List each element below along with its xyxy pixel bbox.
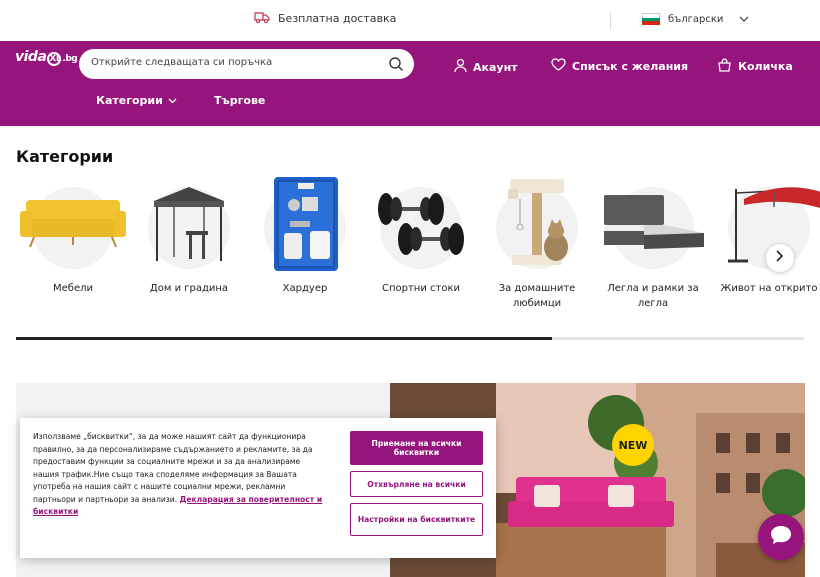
trade-menu[interactable]: Търгове	[214, 94, 265, 107]
trade-menu-label: Търгове	[214, 94, 266, 107]
category-label: Легла и рамки за легла	[607, 283, 699, 309]
category-item-beds[interactable]: Легла и рамки за легла	[598, 175, 708, 315]
heart-icon	[551, 58, 566, 74]
truck-icon	[254, 11, 270, 26]
chevron-right-icon	[776, 250, 784, 266]
user-icon	[454, 58, 467, 76]
cookie-text-block: Използваме „бисквитки“, за да може нашия…	[33, 431, 328, 519]
main-header: vida XL.bg Открийте следващата си поръчка…	[0, 41, 820, 126]
language-selector[interactable]: български	[642, 13, 749, 26]
language-label: български	[668, 13, 724, 25]
search-icon[interactable]	[388, 56, 404, 76]
category-label: Спортни стоки	[381, 283, 460, 294]
carousel-scroll-thumb[interactable]	[16, 337, 552, 340]
chat-bubble-icon	[769, 524, 793, 550]
bed-icon	[604, 195, 704, 249]
category-item-pets[interactable]: За домашните любимци	[482, 175, 592, 315]
search-bar[interactable]: Открийте следващата си поръчка	[79, 49, 414, 79]
free-shipping-text: Безплатна доставка	[278, 12, 397, 25]
spray-gun-kit-icon	[274, 177, 338, 271]
category-item-furniture[interactable]: Мебели	[18, 175, 128, 315]
new-badge: NEW	[612, 424, 654, 466]
accept-all-cookies-button[interactable]: Приемане на всички бисквитки	[350, 431, 483, 465]
cart-label: Количка	[738, 60, 793, 73]
account-label: Акаунт	[473, 60, 518, 74]
category-item-home-garden[interactable]: Дом и градина	[134, 175, 244, 315]
cart-link[interactable]: Количка	[717, 58, 793, 75]
logo-text: vida	[15, 49, 47, 65]
category-carousel: Мебели Дом и градина Хардуер Спортни сто…	[0, 175, 820, 325]
chevron-down-icon	[739, 14, 749, 25]
category-item-outdoor[interactable]: Живот на открито	[714, 175, 820, 315]
cart-icon	[717, 58, 732, 75]
wishlist-link[interactable]: Списък с желания	[551, 58, 688, 74]
bulgaria-flag-icon	[642, 13, 660, 26]
top-bar: Безплатна доставка български	[0, 0, 820, 41]
cookie-settings-button[interactable]: Настройки на бисквитките	[350, 503, 483, 536]
carousel-next-button[interactable]	[765, 243, 795, 273]
category-item-hardware[interactable]: Хардуер	[250, 175, 360, 315]
category-label: За домашните любимци	[498, 283, 576, 309]
dumbbells-icon	[378, 193, 464, 255]
cookie-text: Използваме „бисквитки“, за да може нашия…	[33, 432, 313, 504]
category-label: Мебели	[53, 283, 93, 294]
chevron-down-icon	[168, 94, 177, 107]
category-label: Дом и градина	[149, 283, 229, 294]
category-item-sports[interactable]: Спортни стоки	[366, 175, 476, 315]
search-input[interactable]: Открийте следващата си поръчка	[91, 57, 272, 68]
free-shipping: Безплатна доставка	[254, 11, 396, 26]
chat-button[interactable]	[758, 514, 804, 560]
categories-menu[interactable]: Категории	[96, 94, 177, 107]
account-link[interactable]: Акаунт	[454, 58, 518, 76]
category-label: Живот на открито	[720, 283, 818, 294]
cat-tree-icon	[508, 179, 568, 265]
category-label: Хардуер	[282, 283, 328, 294]
sofa-icon	[20, 200, 126, 248]
categories-title: Категории	[16, 147, 114, 166]
logo-suffix: .bg	[62, 54, 78, 64]
wishlist-label: Списък с желания	[572, 59, 689, 73]
gazebo-icon	[154, 187, 224, 261]
vidaxl-logo[interactable]: vida XL.bg	[15, 49, 78, 66]
cookie-consent-dialog: Използваме „бисквитки“, за да може нашия…	[20, 418, 496, 558]
categories-menu-label: Категории	[96, 94, 163, 107]
reject-all-cookies-button[interactable]: Отхвърляне на всички	[350, 471, 483, 497]
divider	[610, 12, 611, 30]
